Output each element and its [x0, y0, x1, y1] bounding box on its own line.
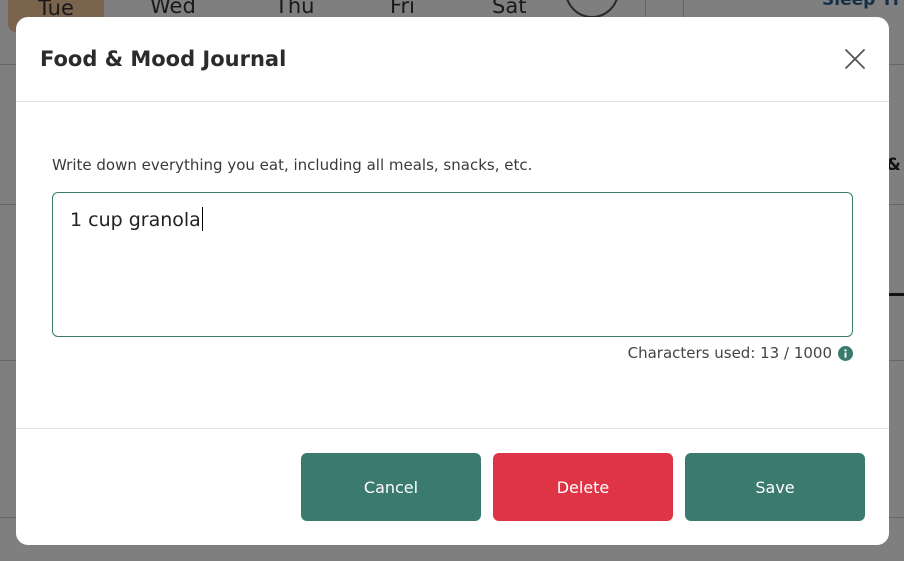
food-entry-textarea[interactable]: 1 cup granola	[52, 192, 853, 337]
character-count-label: Characters used: 13 / 1000	[627, 344, 832, 362]
modal-footer: Cancel Delete Save	[16, 429, 889, 544]
modal-title: Food & Mood Journal	[40, 47, 287, 71]
save-button[interactable]: Save	[685, 453, 865, 521]
journal-modal: Food & Mood Journal Write down everythin…	[16, 17, 889, 545]
character-counter: Characters used: 13 / 1000	[628, 344, 853, 362]
delete-button[interactable]: Delete	[493, 453, 673, 521]
modal-header: Food & Mood Journal	[16, 17, 889, 102]
cancel-button[interactable]: Cancel	[301, 453, 481, 521]
info-icon[interactable]	[838, 345, 853, 361]
journal-prompt: Write down everything you eat, including…	[52, 156, 533, 174]
modal-body: Write down everything you eat, including…	[16, 102, 889, 429]
entry-text: 1 cup granola	[70, 209, 201, 231]
text-caret	[201, 207, 203, 231]
close-icon[interactable]	[843, 47, 867, 71]
